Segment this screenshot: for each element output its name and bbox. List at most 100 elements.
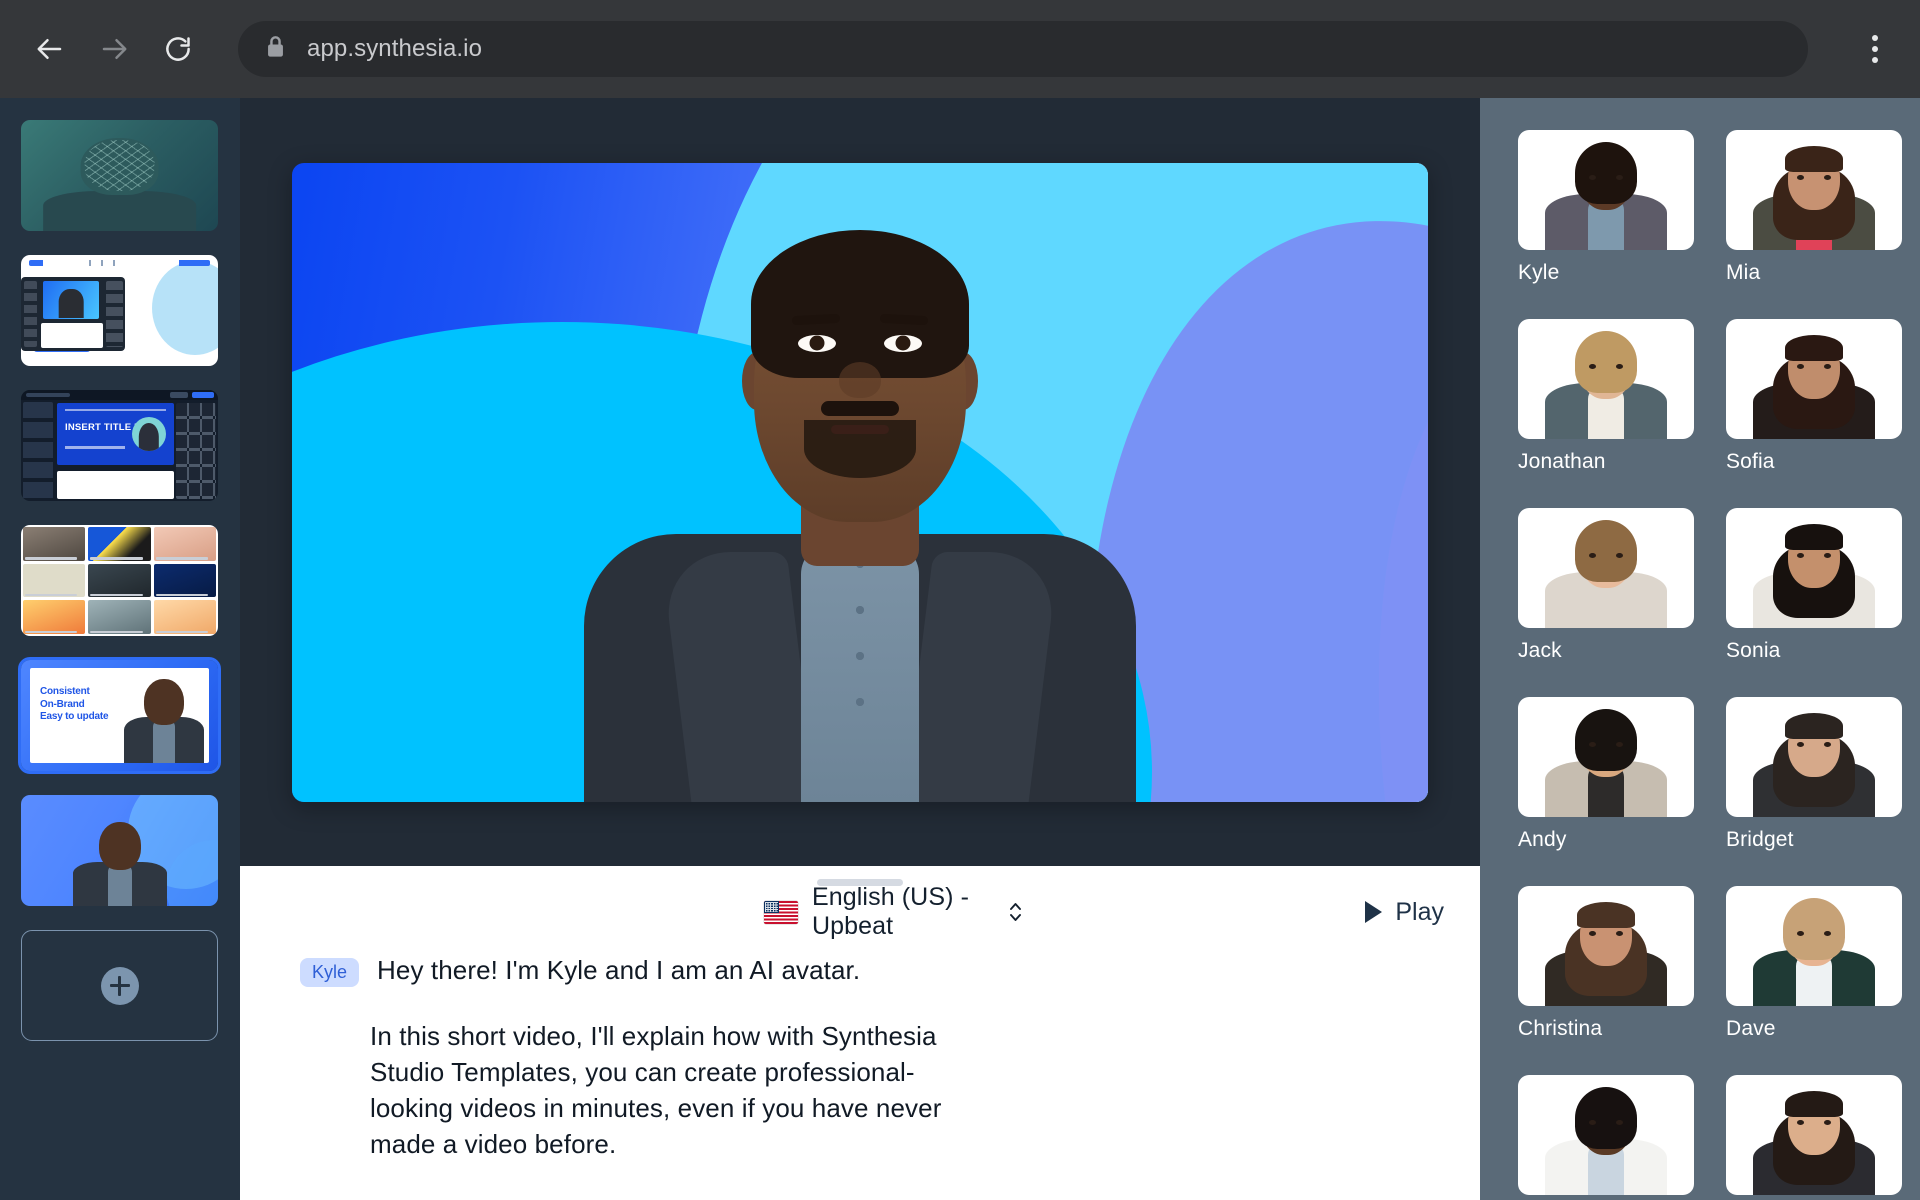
gallery-cell [23,600,85,634]
script-paragraph-1[interactable]: Hey there! I'm Kyle and I am an AI avata… [377,952,860,988]
us-flag-icon [764,901,798,924]
avatar-thumbnail [1726,130,1902,250]
speaker-badge[interactable]: Kyle [300,958,359,987]
scene-thumbnail-2[interactable] [21,255,218,366]
scene-sidebar[interactable]: INSERT TITLE HERE Quick TipsVideo Title … [0,98,240,1200]
scene2-navbar [29,260,210,266]
scene3-slide: INSERT TITLE HERE [57,403,174,465]
avatar-name: Mia [1726,261,1902,285]
video-canvas[interactable] [292,163,1428,802]
gallery-cell [154,527,216,561]
plus-icon [101,967,139,1005]
avatar-card-jonathan[interactable]: Jonathan [1518,319,1694,496]
scene-thumbnail-4[interactable]: Quick TipsVideo Title EnterpriseCore Val… [21,525,218,636]
scene2-blob [152,261,218,355]
scene3-btn-1 [170,392,188,398]
avatar-presenter [580,222,1140,802]
scene2-video [43,281,99,319]
scene-thumbnail-3[interactable]: INSERT TITLE HERE [21,390,218,501]
avatar-library-panel[interactable]: Kyle Mia Jonathan Sofia [1480,98,1920,1200]
avatar-name: Dave [1726,1017,1902,1041]
avatar-card-jack[interactable]: Jack [1518,508,1694,685]
scene3-left-rail [23,402,53,499]
avatar-card-sofia[interactable]: Sofia [1726,319,1902,496]
avatar-name: Jonathan [1518,450,1694,474]
back-button[interactable] [22,21,78,77]
avatar-card-christina[interactable]: Christina [1518,886,1694,1063]
scene4-grid: Quick TipsVideo Title EnterpriseCore Val… [23,527,216,634]
avatar-thumbnail [1726,886,1902,1006]
scene5-card: Consistent On-Brand Easy to update [30,668,209,763]
url-text: app.synthesia.io [307,35,482,63]
play-label: Play [1395,898,1444,927]
scene1-body [43,191,197,231]
gallery-cell: EnterpriseCore Values [88,564,150,598]
gallery-cell [23,527,85,561]
forward-button[interactable] [86,21,142,77]
avatar-card-11[interactable] [1518,1075,1694,1200]
script-paragraph-2[interactable]: In this short video, I'll explain how wi… [370,1018,990,1162]
script-toolbar: English (US) - Upbeat Play [276,866,1444,946]
arrow-right-icon [99,34,129,64]
avatar-card-sonia[interactable]: Sonia [1726,508,1902,685]
avatar-thumbnail [1518,319,1694,439]
browser-toolbar: app.synthesia.io [0,0,1920,98]
scene2-left-rail [24,281,37,347]
scene5-text: Consistent On-Brand Easy to update [40,686,108,724]
scene6-presenter [72,820,168,906]
avatar-card-bridget[interactable]: Bridget [1726,697,1902,874]
scene3-btn-2 [192,392,214,398]
scene-thumbnail-1[interactable] [21,120,218,231]
scene2-app-window [21,277,125,351]
avatar-thumbnail [1726,1075,1902,1195]
avatar-name: Sonia [1726,639,1902,663]
scene5-line-2: On-Brand [40,699,85,710]
presenter-hair [751,230,969,378]
gallery-cell: MULTI [154,564,216,598]
gallery-cell [88,600,150,634]
avatar-card-mia[interactable]: Mia [1726,130,1902,307]
scene3-avatar [132,417,166,451]
gallery-cell [88,527,150,561]
play-button[interactable]: Play [1365,898,1444,927]
scene5-line-1: Consistent [40,686,90,697]
face-mesh-icon [84,140,155,191]
avatar-thumbnail [1518,1075,1694,1195]
scene-thumbnail-5-selected[interactable]: Consistent On-Brand Easy to update [21,660,218,771]
avatar-thumbnail [1518,508,1694,628]
play-triangle-icon [1365,901,1382,923]
avatar-card-12[interactable] [1726,1075,1902,1200]
video-stage [240,98,1480,866]
script-panel: English (US) - Upbeat Play Kyle Hey ther… [240,866,1480,1200]
avatar-card-kyle[interactable]: Kyle [1518,130,1694,307]
script-body[interactable]: Kyle Hey there! I'm Kyle and I am an AI … [276,946,1444,1162]
gallery-cell: Quick TipsVideo Title [23,564,85,598]
kebab-menu-icon[interactable] [1852,21,1898,77]
arrow-left-icon [35,34,65,64]
presenter-shirt [801,544,919,802]
lock-icon [266,35,285,63]
voice-selector[interactable]: English (US) - Upbeat [764,883,1023,941]
scene3-pill [26,393,70,397]
avatar-thumbnail [1518,886,1694,1006]
presenter-mouth [831,425,889,434]
avatar-card-andy[interactable]: Andy [1518,697,1694,874]
avatar-name: Sofia [1726,450,1902,474]
presenter-nose [839,362,881,398]
reload-button[interactable] [150,21,206,77]
editor-center-column: English (US) - Upbeat Play Kyle Hey ther… [240,98,1480,1200]
avatar-thumbnail [1518,130,1694,250]
address-bar[interactable]: app.synthesia.io [238,21,1808,77]
reload-icon [163,34,193,64]
add-scene-button[interactable] [21,930,218,1041]
scene3-rule [65,409,166,411]
scene-thumbnail-6[interactable] [21,795,218,906]
gallery-cell [154,600,216,634]
scene5-presenter [123,679,205,763]
avatar-name: Andy [1518,828,1694,852]
scene2-right-rail [106,281,123,347]
avatar-card-dave[interactable]: Dave [1726,886,1902,1063]
avatar-grid: Kyle Mia Jonathan Sofia [1518,130,1886,1200]
presenter-moustache [821,401,899,416]
scene3-avatar-rail [176,403,216,499]
